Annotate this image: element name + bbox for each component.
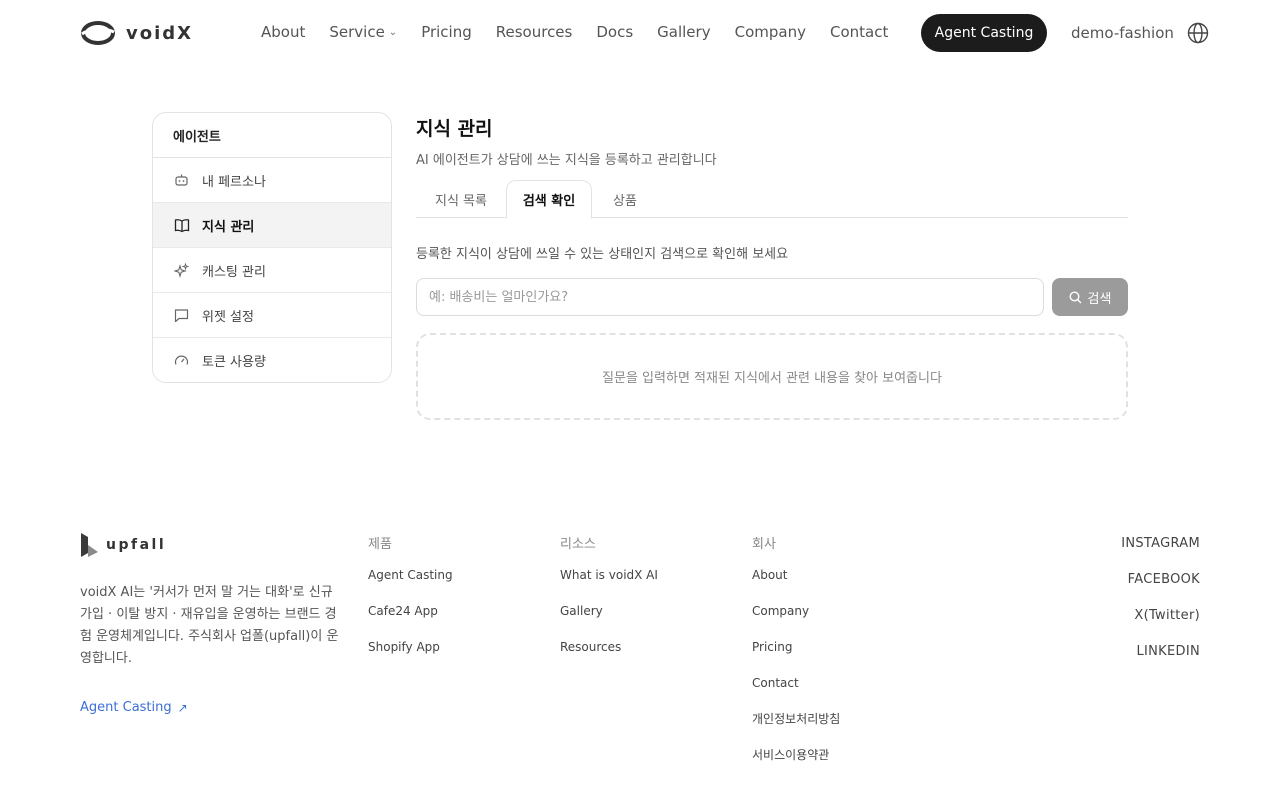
- sidebar-item-casting[interactable]: 캐스팅 관리: [153, 248, 391, 293]
- footer-column-resources: 리소스 What is voidX AI Gallery Resources: [560, 533, 658, 675]
- search-results-empty-state: 질문을 입력하면 적재된 지식에서 관련 내용을 찾아 보여줍니다: [416, 333, 1128, 420]
- footer-cta-label: Agent Casting: [80, 700, 172, 715]
- company-description: voidX AI는 '커서가 먼저 말 거는 대화'로 신규 가입 · 이탈 방…: [80, 585, 339, 666]
- sidebar-title: 에이전트: [153, 113, 391, 158]
- nav-label: About: [261, 23, 306, 41]
- sidebar-item-knowledge[interactable]: 지식 관리: [153, 203, 391, 248]
- footer-link-agent-casting[interactable]: Agent Casting: [368, 567, 453, 603]
- nav-docs[interactable]: Docs: [596, 23, 633, 41]
- nav-resources[interactable]: Resources: [496, 23, 573, 41]
- footer-link-shopify-app[interactable]: Shopify App: [368, 639, 453, 675]
- footer-column-title: 회사: [752, 537, 776, 552]
- book-icon: [173, 217, 190, 234]
- social-linkedin-link[interactable]: LINKEDIN: [1121, 644, 1200, 680]
- agent-casting-button[interactable]: Agent Casting: [921, 14, 1047, 52]
- empty-state-text: 질문을 입력하면 적재된 지식에서 관련 내용을 찾아 보여줍니다: [602, 371, 942, 386]
- footer-link-cafe24-app[interactable]: Cafe24 App: [368, 603, 453, 639]
- footer-column-company: 회사 About Company Pricing Contact 개인정보처리방…: [752, 533, 840, 783]
- nav-company[interactable]: Company: [735, 23, 806, 41]
- footer-link-what-is-voidx[interactable]: What is voidX AI: [560, 567, 658, 603]
- social-twitter-link[interactable]: X(Twitter): [1121, 608, 1200, 644]
- nav-label: Gallery: [657, 23, 711, 41]
- arrow-up-right-icon: ↗: [177, 700, 188, 715]
- gauge-icon: [173, 352, 190, 369]
- footer-link-terms[interactable]: 서비스이용약관: [752, 747, 840, 783]
- tab-bar: 지식 목록 검색 확인 상품: [416, 180, 1128, 219]
- agent-sidebar: 에이전트 내 페르소나 지식 관리 캐스팅 관리 위젯 설정 토큰 사용량: [152, 112, 392, 383]
- nav-pricing[interactable]: Pricing: [421, 23, 472, 41]
- footer-link-pricing[interactable]: Pricing: [752, 639, 840, 675]
- site-footer: upfall voidX AI는 '커서가 먼저 말 거는 대화'로 신규 가입…: [0, 530, 1280, 800]
- sidebar-item-label: 캐스팅 관리: [202, 264, 266, 280]
- sidebar-item-tokens[interactable]: 토큰 사용량: [153, 338, 391, 382]
- social-links: INSTAGRAM FACEBOOK X(Twitter) LINKEDIN: [1121, 536, 1200, 680]
- search-description: 등록한 지식이 상담에 쓰일 수 있는 상태인지 검색으로 확인해 보세요: [416, 247, 789, 262]
- footer-column-title: 리소스: [560, 537, 596, 552]
- footer-column-title: 제품: [368, 537, 392, 552]
- site-header: voidX About Service ⌄ Pricing Resources D…: [0, 0, 1280, 66]
- sidebar-item-label: 내 페르소나: [202, 174, 266, 190]
- social-facebook-link[interactable]: FACEBOOK: [1121, 572, 1200, 608]
- sidebar-item-label: 위젯 설정: [202, 309, 254, 325]
- main-nav: About Service ⌄ Pricing Resources Docs Ga…: [261, 23, 888, 41]
- upfall-logo-icon: [81, 533, 98, 557]
- sidebar-item-persona[interactable]: 내 페르소나: [153, 158, 391, 203]
- knowledge-main: 지식 관리 AI 에이전트가 상담에 쓰는 지식을 등록하고 관리합니다 지식 …: [416, 112, 1128, 420]
- voidx-logo-icon: [81, 21, 115, 45]
- search-button[interactable]: 검색: [1052, 278, 1128, 316]
- account-name-link[interactable]: demo-fashion: [1071, 24, 1174, 42]
- logo-text: voidX: [126, 22, 194, 44]
- footer-link-privacy-policy[interactable]: 개인정보처리방침: [752, 711, 840, 747]
- nav-label: Company: [734, 23, 806, 41]
- footer-link-company[interactable]: Company: [752, 603, 840, 639]
- nav-gallery[interactable]: Gallery: [657, 23, 710, 41]
- chat-bubble-icon: [173, 307, 190, 324]
- page-subtitle: AI 에이전트가 상담에 쓰는 지식을 등록하고 관리합니다: [416, 153, 717, 168]
- knowledge-search-input[interactable]: [416, 278, 1044, 316]
- nav-about[interactable]: About: [261, 23, 305, 41]
- nav-label: Pricing: [421, 23, 472, 41]
- sidebar-item-widget[interactable]: 위젯 설정: [153, 293, 391, 338]
- chevron-down-icon: ⌄: [388, 26, 398, 38]
- search-button-label: 검색: [1087, 290, 1112, 306]
- upfall-logo[interactable]: upfall: [80, 532, 166, 558]
- footer-link-gallery[interactable]: Gallery: [560, 603, 658, 639]
- footer-logo-text: upfall: [106, 537, 167, 553]
- footer-link-resources[interactable]: Resources: [560, 639, 658, 675]
- tab-products[interactable]: 상품: [592, 180, 658, 218]
- robot-icon: [173, 172, 190, 189]
- sidebar-item-label: 지식 관리: [202, 219, 255, 235]
- footer-agent-casting-link[interactable]: Agent Casting ↗: [80, 700, 188, 715]
- footer-column-products: 제품 Agent Casting Cafe24 App Shopify App: [368, 533, 453, 675]
- voidx-logo[interactable]: voidX: [80, 20, 193, 46]
- sidebar-item-label: 토큰 사용량: [202, 355, 266, 370]
- globe-icon[interactable]: [1187, 22, 1209, 44]
- nav-label: Contact: [829, 23, 889, 41]
- search-icon: [1069, 290, 1082, 303]
- nav-service[interactable]: Service ⌄: [329, 23, 397, 41]
- tab-search-check[interactable]: 검색 확인: [506, 180, 592, 219]
- footer-link-contact[interactable]: Contact: [752, 675, 840, 711]
- nav-label: Resources: [495, 23, 573, 41]
- nav-contact[interactable]: Contact: [830, 23, 888, 41]
- page-title: 지식 관리: [416, 118, 493, 140]
- sparkles-icon: [173, 262, 190, 279]
- nav-label: Service: [329, 23, 385, 41]
- footer-link-about[interactable]: About: [752, 567, 840, 603]
- nav-label: Docs: [596, 23, 634, 41]
- social-instagram-link[interactable]: INSTAGRAM: [1121, 536, 1200, 572]
- tab-knowledge-list[interactable]: 지식 목록: [416, 180, 506, 218]
